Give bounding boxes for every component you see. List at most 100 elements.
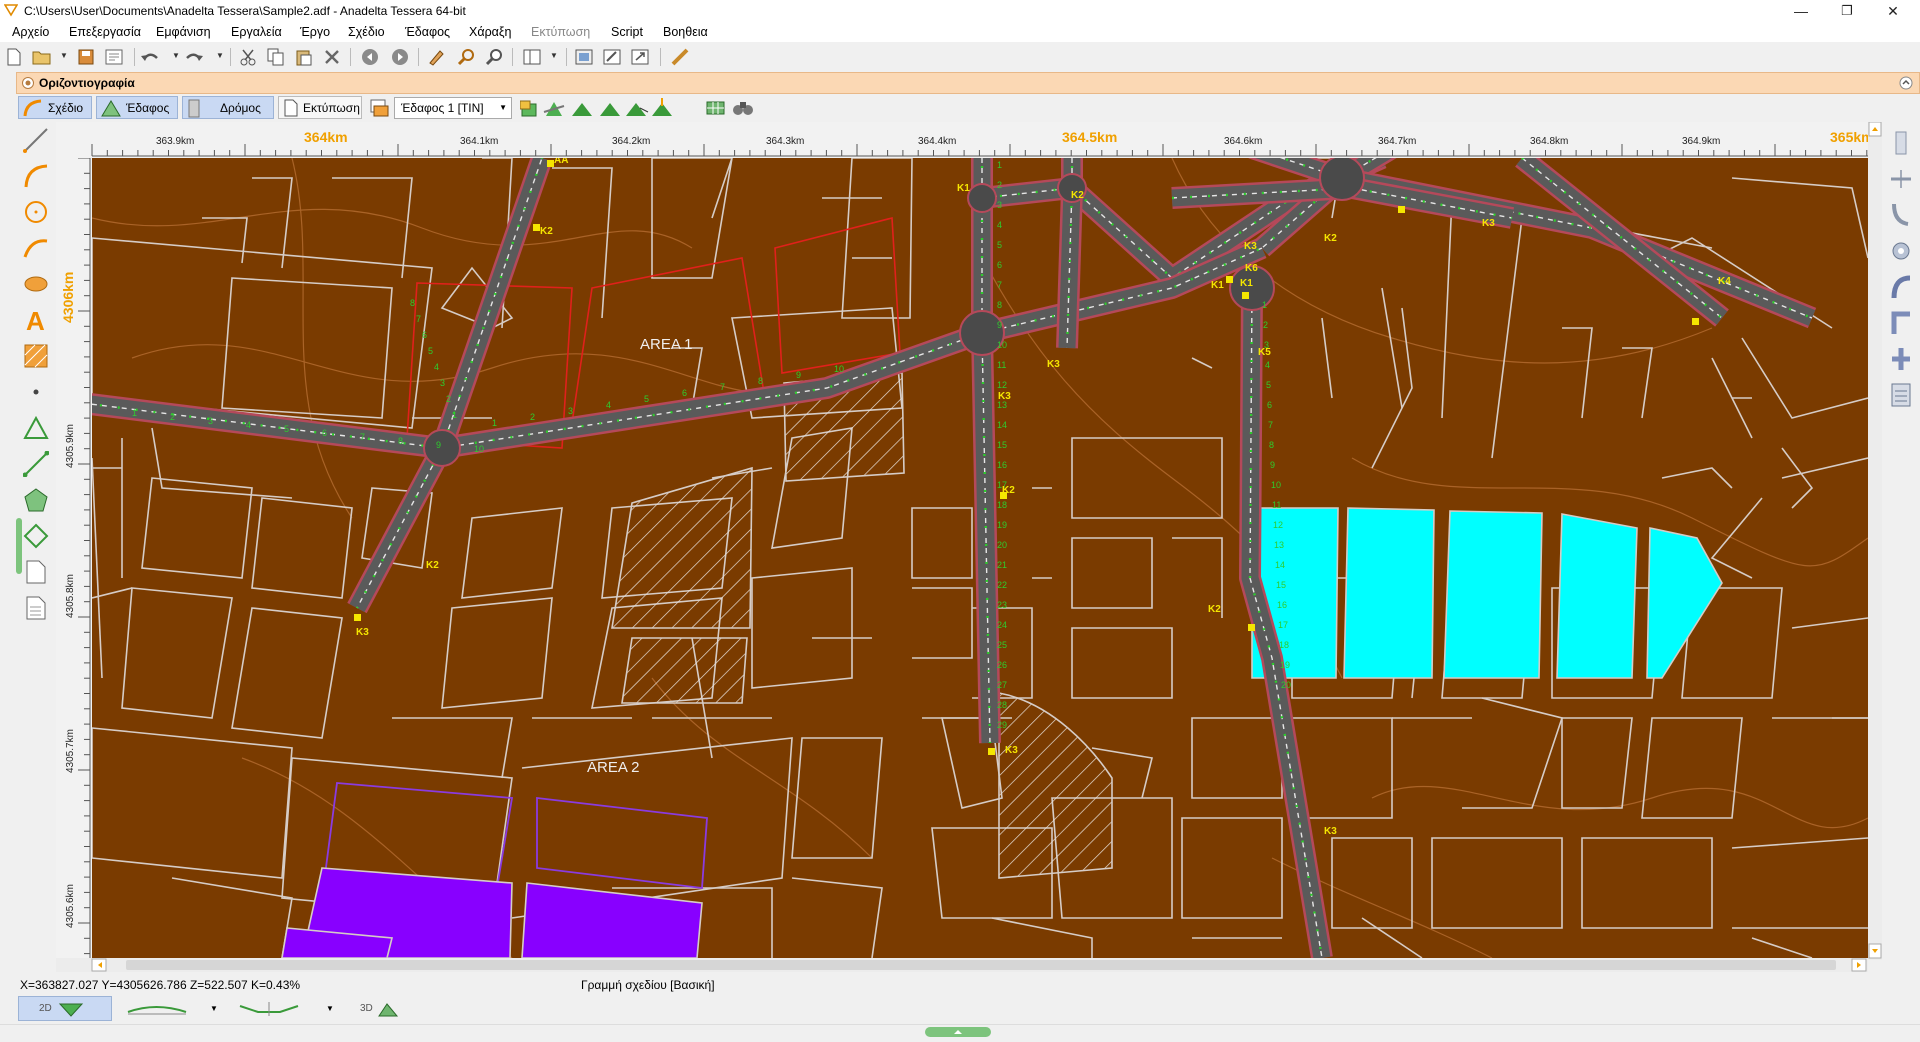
- station-label: 12: [997, 380, 1007, 390]
- menu-edit[interactable]: Επεξεργασία: [69, 25, 141, 39]
- save-icon[interactable]: [76, 47, 96, 67]
- section-dropdown-icon[interactable]: ▼: [326, 1004, 334, 1013]
- export-view-icon[interactable]: [630, 47, 650, 67]
- cut-icon[interactable]: [238, 47, 258, 67]
- menu-project[interactable]: Έργο: [300, 25, 330, 39]
- toolbar-separator: [350, 48, 351, 66]
- station-label: 19: [997, 520, 1007, 530]
- curve-tool-icon[interactable]: [22, 234, 50, 262]
- cross-section-icon[interactable]: [1890, 166, 1912, 192]
- layout-icon[interactable]: [522, 47, 542, 67]
- bend-icon[interactable]: [1890, 202, 1912, 228]
- boundary-tool-icon[interactable]: [22, 522, 50, 550]
- menu-tools[interactable]: Εργαλεία: [231, 25, 282, 39]
- zoom-icon[interactable]: [456, 47, 476, 67]
- view-2d-button[interactable]: 2D: [18, 996, 112, 1021]
- surface-select[interactable]: Έδαφος 1 [TIN] ▼: [394, 97, 512, 119]
- arc-tool-icon[interactable]: [22, 162, 50, 190]
- menu-print[interactable]: Εκτύπωση: [531, 25, 590, 39]
- surface-layers-icon[interactable]: [519, 100, 537, 117]
- station-label: 1: [132, 408, 137, 418]
- undo-icon[interactable]: [140, 47, 160, 67]
- properties-icon[interactable]: [104, 47, 124, 67]
- maximize-button[interactable]: ❐: [1824, 0, 1870, 22]
- map-canvas[interactable]: 1234567812345678910111213141516171819202…: [92, 158, 1868, 958]
- edit-view-icon[interactable]: [602, 47, 622, 67]
- tab-edafos-label: Έδαφος: [126, 100, 170, 115]
- horizontal-scrollbar[interactable]: [56, 958, 1868, 972]
- station-label: 5: [644, 394, 649, 404]
- zoom-window-icon[interactable]: [484, 47, 504, 67]
- terrain-hill2-icon[interactable]: [600, 103, 620, 116]
- close-button[interactable]: ✕: [1870, 0, 1916, 22]
- copy-icon[interactable]: [266, 47, 286, 67]
- tab-ektyposi[interactable]: Εκτύπωση: [278, 96, 362, 119]
- binoculars-icon[interactable]: [732, 99, 754, 120]
- triangle-tool-icon[interactable]: [22, 414, 50, 442]
- menu-drawing[interactable]: Σχέδιο: [348, 25, 385, 39]
- redo-dropdown-icon[interactable]: ▼: [216, 51, 224, 60]
- line-tool-icon[interactable]: [22, 126, 50, 154]
- tab-edafos[interactable]: Έδαφος: [96, 96, 178, 119]
- intersection: [1319, 158, 1365, 201]
- print-preview-icon[interactable]: [368, 98, 390, 118]
- hatch-tool-icon[interactable]: [22, 342, 50, 370]
- layers-icon[interactable]: [574, 47, 594, 67]
- menu-help[interactable]: Βοηθεια: [663, 25, 708, 39]
- delete-icon[interactable]: [322, 47, 342, 67]
- circle-tool-icon[interactable]: [22, 198, 50, 226]
- station-label: 6: [1267, 400, 1272, 410]
- terrain-hill-icon[interactable]: [572, 103, 592, 116]
- menu-view[interactable]: Εμφάνιση: [156, 25, 211, 39]
- panel-pin-icon[interactable]: [21, 76, 35, 90]
- profile-view-button[interactable]: [126, 996, 206, 1021]
- expand-panel-icon[interactable]: [925, 1026, 991, 1038]
- ellipse-tool-icon[interactable]: [22, 270, 50, 298]
- road-list-icon[interactable]: [1890, 382, 1912, 408]
- minimize-button[interactable]: —: [1778, 0, 1824, 22]
- terrain-slope-icon[interactable]: [543, 102, 565, 116]
- terrain-raise-icon[interactable]: [652, 98, 672, 116]
- measure-icon[interactable]: [670, 47, 690, 67]
- previous-icon[interactable]: [360, 47, 380, 67]
- pencil-icon[interactable]: [426, 47, 446, 67]
- undo-dropdown-icon[interactable]: ▼: [172, 51, 180, 60]
- terrain-hill3-icon[interactable]: [626, 103, 649, 116]
- intersection-icon[interactable]: [1890, 346, 1912, 372]
- station-label: 5: [997, 240, 1002, 250]
- ramp-icon[interactable]: [1890, 274, 1912, 300]
- view-3d-button[interactable]: 3D: [354, 996, 414, 1021]
- document-lines-icon[interactable]: [22, 594, 50, 622]
- contours-icon[interactable]: [706, 99, 726, 120]
- menu-script[interactable]: Script: [611, 25, 643, 39]
- cross-section-view-button[interactable]: [238, 996, 318, 1021]
- redo-icon[interactable]: [184, 47, 204, 67]
- roundabout-icon[interactable]: [1890, 238, 1912, 264]
- tab-schedio[interactable]: Σχέδιο: [18, 96, 92, 119]
- open-dropdown-icon[interactable]: ▼: [60, 51, 68, 60]
- menu-terrain[interactable]: Έδαφος: [405, 25, 450, 39]
- layout-dropdown-icon[interactable]: ▼: [550, 51, 558, 60]
- point-tool-icon[interactable]: [22, 378, 50, 406]
- paste-icon[interactable]: [294, 47, 314, 67]
- ruler-left-label: 4306km: [60, 272, 76, 323]
- terrain-icon: [101, 99, 121, 116]
- toolbar-separator: [566, 48, 567, 66]
- new-file-icon[interactable]: [4, 47, 24, 67]
- menu-file[interactable]: Αρχείο: [12, 25, 49, 39]
- menu-alignment[interactable]: Χάραξη: [469, 25, 511, 39]
- document-icon[interactable]: [22, 558, 50, 586]
- polygon-tool-icon[interactable]: [22, 486, 50, 514]
- vertical-scrollbar[interactable]: [1868, 121, 1882, 960]
- tab-dromos[interactable]: Δρόμος: [182, 96, 274, 119]
- text-tool-icon[interactable]: A: [22, 306, 50, 334]
- collapse-panel-icon[interactable]: [1899, 76, 1913, 90]
- open-folder-icon[interactable]: [32, 47, 52, 67]
- next-icon[interactable]: [390, 47, 410, 67]
- vertical-align-icon[interactable]: [1890, 130, 1912, 156]
- toolbar-separator: [134, 48, 135, 66]
- breakline-tool-icon[interactable]: [22, 450, 50, 478]
- junction-icon[interactable]: [1890, 310, 1912, 336]
- profile-dropdown-icon[interactable]: ▼: [210, 1004, 218, 1013]
- long-profile-icon: [127, 1005, 187, 1014]
